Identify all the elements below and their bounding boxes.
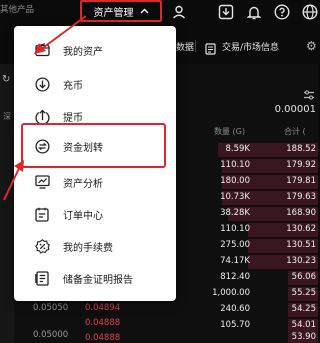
document-icon	[205, 40, 216, 59]
refresh-icon[interactable]: ↻	[2, 74, 10, 85]
price-cell: 0.04894	[85, 303, 121, 313]
table-row[interactable]: 180.00 179.81	[176, 174, 318, 190]
table-row[interactable]: 275.00 130.51	[176, 238, 318, 254]
table-row[interactable]: 240.60 54.25	[176, 302, 318, 318]
price-cell: 0.05000	[33, 330, 69, 340]
table-row[interactable]: 8.59K 188.52	[176, 142, 318, 158]
other-products-link[interactable]: 其他产品	[0, 3, 34, 15]
data-tab[interactable]: 数据	[176, 40, 194, 53]
table-row[interactable]: 110.10 179.92	[176, 158, 318, 174]
price-cell: 0.04888	[85, 333, 121, 343]
fund-transfer-highlight-box	[21, 123, 166, 168]
menu-item-my-fees[interactable]: 我的手续费	[14, 231, 176, 261]
left-depth-label: 深	[3, 112, 11, 121]
settings-sliders-icon[interactable]	[303, 85, 315, 104]
price-precision[interactable]: 0.00001	[275, 104, 316, 115]
order-icon	[34, 206, 50, 222]
table-row[interactable]: 110.10 130.62	[176, 222, 318, 238]
help-icon[interactable]	[273, 3, 291, 21]
price-cell: 0.04888	[85, 318, 121, 328]
gear-icon[interactable]: ⚙	[306, 39, 317, 53]
asset-management-menu-button[interactable]: 资产管理	[80, 0, 162, 22]
proof-icon	[34, 270, 50, 286]
menu-item-asset-analysis[interactable]: 资产分析	[14, 167, 176, 197]
asset-management-dropdown: 我的资产 充币 提币 资金划转 资产分析 订单中心 我的手续费 储备金证明报告	[14, 26, 176, 301]
table-row[interactable]: 53.90	[176, 330, 318, 343]
fee-icon	[34, 238, 50, 254]
annotation-arrow-left	[3, 160, 24, 201]
table-row[interactable]: 38.28K 168.90	[176, 206, 318, 222]
withdraw-icon	[34, 108, 50, 124]
price-cell: 0.05050	[33, 303, 69, 313]
chevron-up-icon	[140, 7, 149, 16]
total-column-header: 合计 (	[284, 127, 306, 136]
table-row[interactable]: 74.17K 130.23	[176, 254, 318, 270]
asset-management-label: 资产管理	[93, 7, 134, 19]
annotation-arrow-top	[34, 15, 87, 54]
globe-icon[interactable]	[301, 3, 319, 21]
divider	[195, 40, 196, 52]
table-row[interactable]: 10.73K 179.63	[176, 190, 318, 206]
table-row[interactable]: 812.40 56.06	[176, 270, 318, 286]
quantity-column-header: 数量 (G)	[214, 127, 245, 136]
table-row[interactable]: 1,000.00 55.25	[176, 286, 318, 302]
user-icon[interactable]	[170, 3, 188, 21]
bell-icon[interactable]	[245, 3, 263, 21]
menu-item-order-center[interactable]: 订单中心	[14, 199, 176, 229]
menu-item-deposit[interactable]: 充币	[14, 69, 176, 99]
deposit-icon	[34, 76, 50, 92]
download-icon[interactable]	[217, 3, 235, 21]
trade-market-info-tab[interactable]: 交易/市场信息	[222, 40, 279, 53]
analysis-icon	[34, 174, 50, 190]
menu-item-proof-of-reserves[interactable]: 储备金证明报告	[14, 263, 176, 293]
